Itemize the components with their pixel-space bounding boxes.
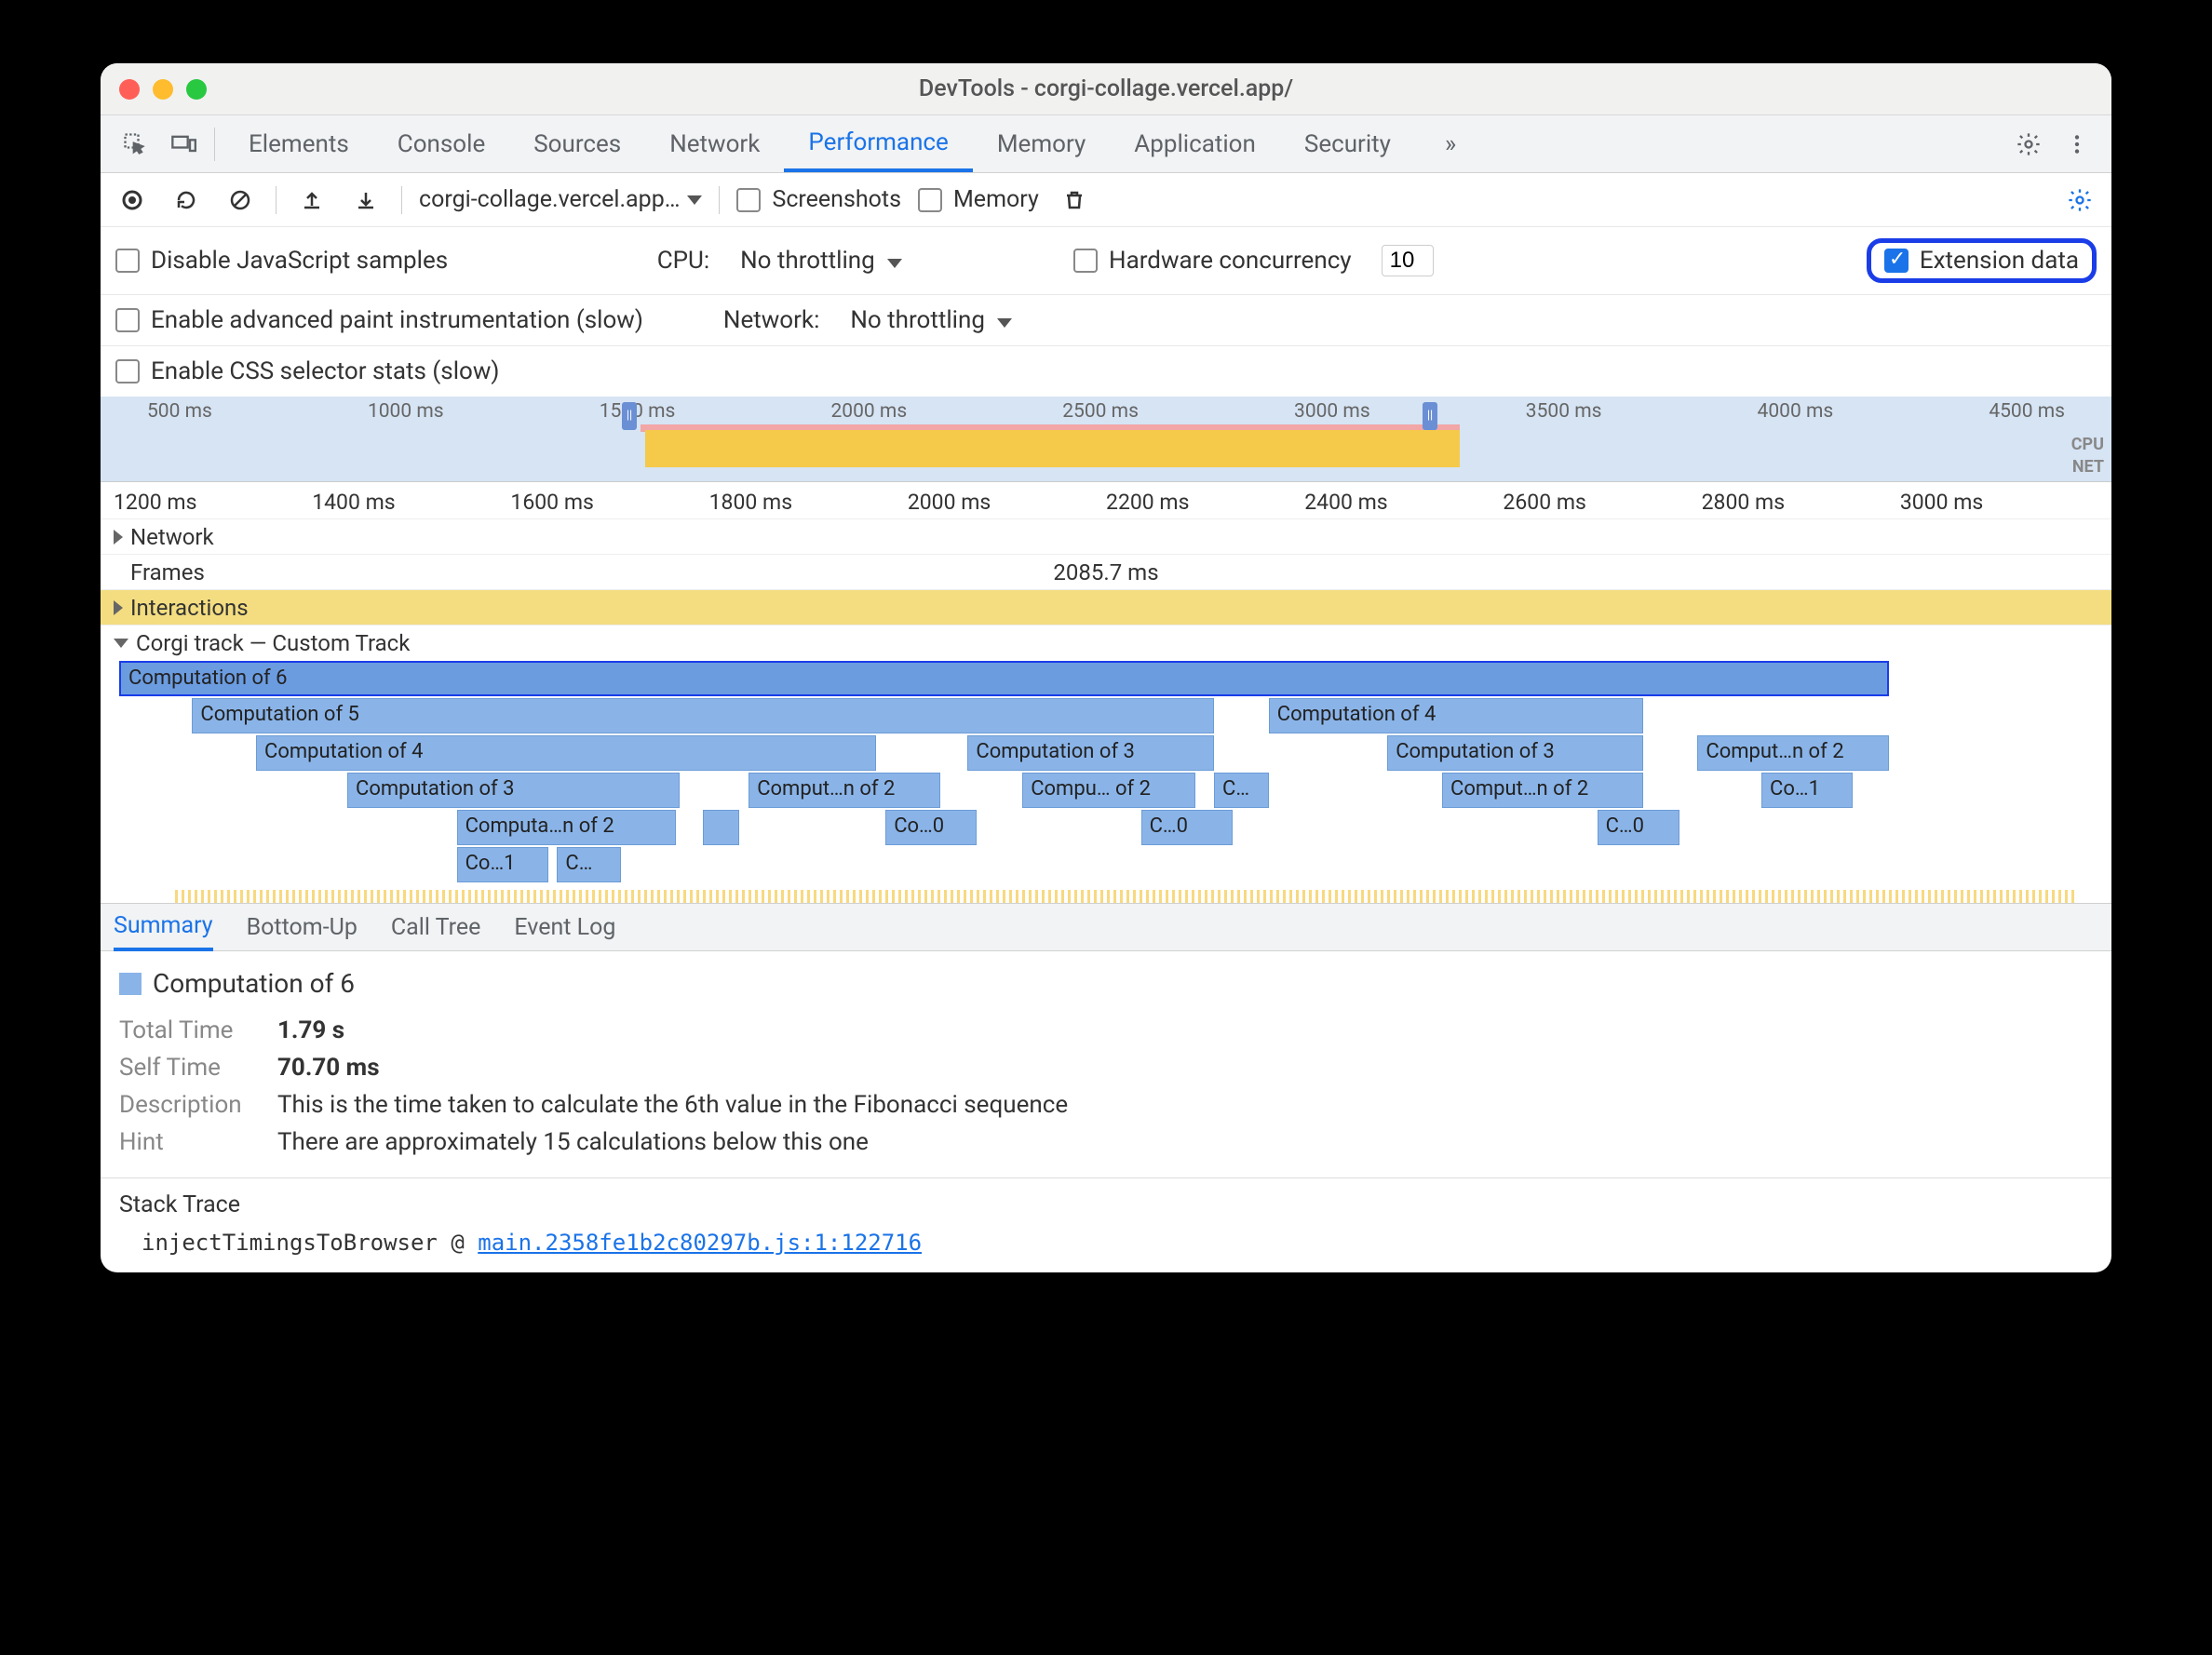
settings-gear-icon[interactable]	[2061, 182, 2098, 219]
tab-console[interactable]: Console	[373, 115, 509, 172]
flame-bar[interactable]: Co…1	[1761, 773, 1853, 808]
flame-bar[interactable]: Computation of 4	[256, 735, 876, 771]
corgi-track-header[interactable]: Corgi track — Custom Track	[101, 626, 2111, 661]
flame-bar[interactable]: Co…1	[457, 847, 548, 882]
inspect-icon[interactable]	[114, 123, 156, 166]
flame-bar[interactable]: Computation of 3	[967, 735, 1214, 771]
window-title: DevTools - corgi-collage.vercel.app/	[919, 75, 1293, 102]
ruler: 1200 ms1400 ms1600 ms1800 ms2000 ms2200 …	[101, 482, 2111, 519]
device-toolbar-icon[interactable]	[162, 123, 205, 166]
download-icon[interactable]	[347, 182, 384, 219]
traffic-lights	[119, 79, 207, 100]
flame-bar[interactable]: Computation of 3	[347, 773, 680, 808]
settings-row-3: Enable CSS selector stats (slow)	[101, 346, 2111, 397]
flame-bar[interactable]: Co…0	[885, 810, 977, 845]
flame-bar[interactable]: C…0	[1598, 810, 1679, 845]
summary-panel: Computation of 6 Total Time1.79 s Self T…	[101, 951, 2111, 1177]
total-time-value: 1.79 s	[277, 1016, 344, 1044]
flame-bar[interactable]: Computation of 3	[1387, 735, 1642, 771]
details-tab-event-log[interactable]: Event Log	[514, 904, 615, 950]
extension-data-checkbox[interactable]: Extension data	[1884, 247, 2079, 275]
interactions-track[interactable]: Interactions	[101, 590, 2111, 626]
hint-value: There are approximately 15 calculations …	[277, 1128, 869, 1156]
stack-trace-header: Stack Trace	[101, 1178, 2111, 1226]
flame-bar[interactable]: Compu… of 2	[1022, 773, 1195, 808]
flame-bar[interactable]: Computation of 5	[192, 698, 1214, 733]
summary-title: Computation of 6	[153, 968, 355, 999]
devtools-window: DevTools - corgi-collage.vercel.app/ Ele…	[101, 63, 2111, 1272]
zoom-button[interactable]	[186, 79, 207, 100]
flame-bar[interactable]: Computation of 4	[1269, 698, 1643, 733]
net-label: NET	[2071, 456, 2104, 478]
flame-bar[interactable]: Comput…n of 2	[749, 773, 940, 808]
stack-trace: Stack Trace injectTimingsToBrowser @ mai…	[101, 1177, 2111, 1272]
flame-bar[interactable]: Comput…n of 2	[1442, 773, 1643, 808]
settings-row-1: Disable JavaScript samples CPU: No throt…	[101, 227, 2111, 295]
flame-bar[interactable]: Comput…n of 2	[1697, 735, 1889, 771]
flame-bar[interactable]: C…	[557, 847, 621, 882]
flame-bar[interactable]: Computa…n of 2	[457, 810, 676, 845]
description-value: This is the time taken to calculate the …	[277, 1091, 1068, 1119]
close-button[interactable]	[119, 79, 140, 100]
profile-selector-label: corgi-collage.vercel.app…	[419, 186, 680, 213]
perf-toolbar: corgi-collage.vercel.app… Screenshots Me…	[101, 173, 2111, 227]
more-icon[interactable]	[2056, 123, 2098, 166]
hardware-concurrency-input[interactable]	[1382, 245, 1434, 276]
clear-icon[interactable]	[222, 182, 259, 219]
frames-track[interactable]: Frames 2085.7 ms	[101, 555, 2111, 590]
stack-fn: injectTimingsToBrowser	[142, 1230, 438, 1256]
gear-icon[interactable]	[2007, 123, 2050, 166]
network-track[interactable]: Network	[101, 519, 2111, 555]
tab-application[interactable]: Application	[1110, 115, 1280, 172]
network-throttle-select[interactable]: No throttling	[850, 306, 1012, 334]
network-throttle-label: Network:	[723, 306, 820, 334]
tab-memory[interactable]: Memory	[973, 115, 1110, 172]
hardware-concurrency-checkbox[interactable]: Hardware concurrency	[1073, 247, 1352, 275]
profile-selector[interactable]: corgi-collage.vercel.app…	[419, 186, 702, 213]
advanced-paint-checkbox[interactable]: Enable advanced paint instrumentation (s…	[115, 306, 643, 334]
details-tabbar: Summary Bottom-Up Call Tree Event Log	[101, 903, 2111, 951]
details-tab-bottom-up[interactable]: Bottom-Up	[247, 904, 357, 950]
cpu-throttle-label: CPU:	[657, 247, 709, 275]
tracks: Network Frames 2085.7 ms Interactions Co…	[101, 519, 2111, 903]
upload-icon[interactable]	[293, 182, 330, 219]
css-stats-checkbox[interactable]: Enable CSS selector stats (slow)	[115, 357, 499, 385]
flame-bar[interactable]: C…	[1214, 773, 1269, 808]
overview-timeline[interactable]: 500 ms1000 ms1500 ms2000 ms2500 ms3000 m…	[101, 397, 2111, 482]
panel-tabbar: ElementsConsoleSourcesNetworkPerformance…	[101, 115, 2111, 173]
trash-icon[interactable]	[1056, 182, 1093, 219]
extension-data-highlight: Extension data	[1867, 238, 2097, 283]
tab-sources[interactable]: Sources	[509, 115, 645, 172]
flame-bar[interactable]: Computation of 6	[119, 661, 1889, 696]
tab-performance[interactable]: Performance	[784, 115, 972, 172]
range-handle-left[interactable]: ||	[622, 402, 637, 430]
frames-value: 2085.7 ms	[1053, 559, 1158, 585]
tab-overflow[interactable]: »	[1421, 115, 1480, 172]
screenshots-checkbox[interactable]: Screenshots	[736, 186, 901, 213]
tab-network[interactable]: Network	[645, 115, 784, 172]
details-tab-summary[interactable]: Summary	[114, 905, 213, 951]
flame-bar[interactable]: C…0	[1141, 810, 1233, 845]
tab-security[interactable]: Security	[1280, 115, 1415, 172]
memory-checkbox[interactable]: Memory	[918, 186, 1039, 213]
tab-elements[interactable]: Elements	[224, 115, 373, 172]
minimize-button[interactable]	[153, 79, 173, 100]
window-titlebar: DevTools - corgi-collage.vercel.app/	[101, 63, 2111, 115]
record-icon[interactable]	[114, 182, 151, 219]
reload-icon[interactable]	[168, 182, 205, 219]
disable-js-checkbox[interactable]: Disable JavaScript samples	[115, 247, 448, 275]
cpu-throttle-select[interactable]: No throttling	[740, 247, 902, 275]
stack-link[interactable]: main.2358fe1b2c80297b.js:1:122716	[478, 1230, 922, 1256]
self-time-value: 70.70 ms	[277, 1054, 380, 1082]
cpu-label: CPU	[2071, 434, 2104, 456]
details-tab-call-tree[interactable]: Call Tree	[391, 904, 481, 950]
settings-row-2: Enable advanced paint instrumentation (s…	[101, 295, 2111, 346]
flame-chart[interactable]: Computation of 6Computation of 5Computat…	[101, 661, 2111, 903]
summary-swatch	[119, 973, 142, 995]
flame-bar[interactable]	[703, 810, 739, 845]
range-handle-right[interactable]: ||	[1423, 402, 1437, 430]
